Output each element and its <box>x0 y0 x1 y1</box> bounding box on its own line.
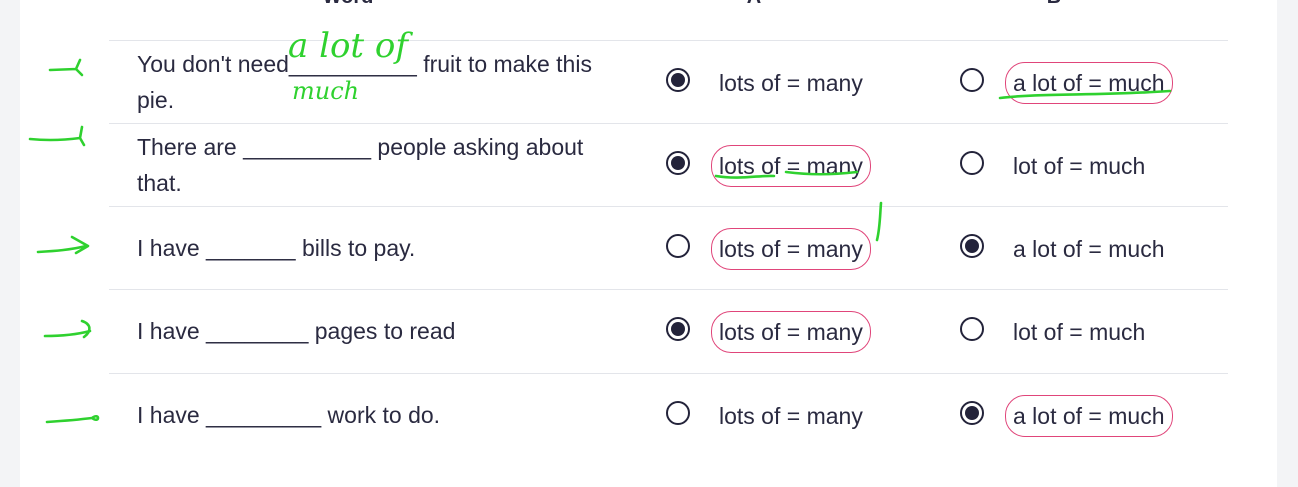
handwritten-answer-line2: much <box>292 77 360 105</box>
radio-option-a[interactable] <box>666 68 690 92</box>
option-b-label[interactable]: a lot of = much <box>1005 62 1173 104</box>
column-header-a: A <box>747 0 761 9</box>
question-text: There are __________ people asking about… <box>137 134 584 196</box>
option-b-label[interactable]: a lot of = much <box>1005 228 1173 270</box>
option-a-label[interactable]: lots of = many <box>711 395 871 437</box>
option-b-label[interactable]: a lot of = much <box>1005 395 1173 437</box>
question-text: I have _______ bills to pay. <box>137 235 416 261</box>
option-a-label[interactable]: lots of = many <box>711 228 871 270</box>
option-a-label[interactable]: lots of = many <box>711 145 871 187</box>
radio-option-b[interactable] <box>960 234 984 258</box>
radio-option-a[interactable] <box>666 151 690 175</box>
radio-option-a[interactable] <box>666 401 690 425</box>
radio-option-b[interactable] <box>960 401 984 425</box>
column-header-word: Word <box>323 0 374 9</box>
option-a-label[interactable]: lots of = many <box>711 62 871 104</box>
radio-option-b[interactable] <box>960 151 984 175</box>
question-text: I have ________ pages to read <box>137 318 456 344</box>
question-text: I have _________ work to do. <box>137 402 441 428</box>
table-row: I have _______ bills to pay. lots of = m… <box>109 206 1228 289</box>
exercise-card: Word A B You don't need__________ fruit … <box>20 0 1277 487</box>
column-header-b: B <box>1047 0 1061 9</box>
radio-option-a[interactable] <box>666 317 690 341</box>
table-row: I have _________ work to do. lots of = m… <box>109 373 1228 456</box>
radio-option-a[interactable] <box>666 234 690 258</box>
option-b-label[interactable]: lot of = much <box>1005 145 1153 187</box>
handwritten-answer-line1: a lot of <box>288 26 408 66</box>
option-a-label[interactable]: lots of = many <box>711 311 871 353</box>
option-b-label[interactable]: lot of = much <box>1005 311 1153 353</box>
table-row: I have ________ pages to read lots of = … <box>109 289 1228 372</box>
table-row: There are __________ people asking about… <box>109 123 1228 206</box>
table-row: You don't need__________ fruit to make t… <box>109 40 1228 123</box>
radio-option-b[interactable] <box>960 68 984 92</box>
radio-option-b[interactable] <box>960 317 984 341</box>
